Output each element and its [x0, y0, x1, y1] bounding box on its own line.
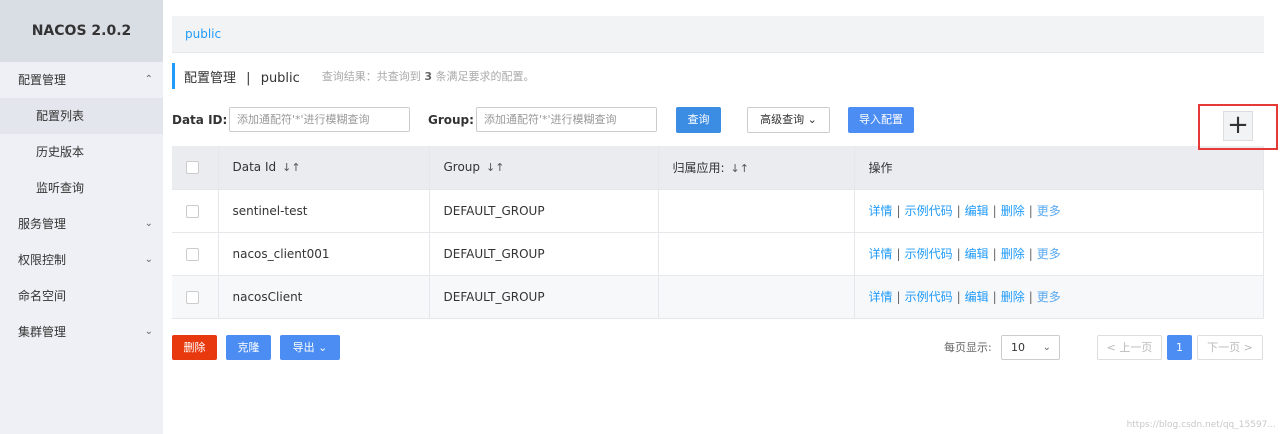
add-config-button[interactable]: + [1223, 111, 1253, 141]
more-link[interactable]: 更多 [1037, 247, 1061, 261]
next-page-button[interactable]: 下一页 > [1197, 335, 1263, 360]
sidebar-item-label: 服务管理 [18, 217, 67, 231]
sidebar-item-config-management[interactable]: 配置管理 ⌃ [0, 62, 163, 98]
sidebar-item-label: 命名空间 [18, 289, 67, 303]
chevron-down-icon: ⌄ [318, 341, 328, 354]
cell-data-id: sentinel-test [218, 189, 430, 233]
group-input[interactable]: 添加通配符'*'进行模糊查询 [476, 107, 657, 132]
sidebar-item-listener-query[interactable]: 监听查询 [0, 170, 163, 206]
chevron-down-icon: ⌄ [144, 218, 153, 229]
cell-app [658, 189, 855, 233]
sidebar-item-config-list[interactable]: 配置列表 [0, 98, 163, 134]
row-checkbox[interactable] [186, 247, 199, 261]
clone-button[interactable]: 克隆 [226, 335, 271, 360]
edit-link[interactable]: 编辑 [965, 290, 989, 304]
current-page-button[interactable]: 1 [1167, 335, 1192, 360]
watermark: https://blog.csdn.net/qq_15597... [1126, 420, 1276, 430]
chevron-down-icon: ⌄ [1042, 342, 1051, 353]
app-title: NACOS 2.0.2 [0, 0, 163, 62]
table-header-row: Data Id ↓↑ Group ↓↑ 归属应用: ↓↑ 操作 [172, 146, 1264, 190]
table-row: nacos_client001 DEFAULT_GROUP 详情 | 示例代码 | 编辑… [172, 232, 1264, 276]
sort-icon[interactable]: ↓↑ [282, 161, 300, 174]
sidebar: NACOS 2.0.2 配置管理 ⌃ 配置列表 历史版本 监听查询 服务管理 ⌄… [0, 0, 163, 434]
select-all-checkbox[interactable] [186, 161, 199, 175]
sidebar-item-history[interactable]: 历史版本 [0, 134, 163, 170]
detail-link[interactable]: 详情 [869, 247, 893, 261]
column-app[interactable]: 归属应用: ↓↑ [658, 146, 855, 190]
cell-app [658, 275, 855, 319]
sidebar-item-label: 监听查询 [36, 181, 85, 195]
edit-link[interactable]: 编辑 [965, 247, 989, 261]
data-id-input[interactable]: 添加通配符'*'进行模糊查询 [229, 107, 410, 132]
advanced-query-button[interactable]: 高级查询 ⌄ [747, 107, 830, 133]
more-link[interactable]: 更多 [1037, 204, 1061, 218]
sample-code-link[interactable]: 示例代码 [905, 290, 953, 304]
sidebar-item-namespace[interactable]: 命名空间 [0, 278, 163, 314]
cell-group: DEFAULT_GROUP [429, 232, 659, 276]
namespace-bar: public [172, 16, 1264, 53]
select-all-cell [172, 146, 219, 190]
page-size-select[interactable]: 10 ⌄ [1001, 335, 1060, 360]
sample-code-link[interactable]: 示例代码 [905, 204, 953, 218]
chevron-up-icon: ⌃ [144, 74, 153, 85]
sort-icon[interactable]: ↓↑ [731, 162, 749, 175]
group-label: Group: [428, 113, 474, 127]
cell-data-id: nacos_client001 [218, 232, 430, 276]
sidebar-item-label: 配置管理 [18, 73, 67, 87]
export-button[interactable]: 导出 ⌄ [280, 335, 340, 360]
detail-link[interactable]: 详情 [869, 290, 893, 304]
column-group[interactable]: Group ↓↑ [429, 146, 659, 190]
cell-actions: 详情 | 示例代码 | 编辑 | 删除 | 更多 [854, 189, 1264, 233]
cell-actions: 详情 | 示例代码 | 编辑 | 删除 | 更多 [854, 275, 1264, 319]
main-content: public 配置管理 | public 查询结果：共查询到 3 条满足要求的配… [172, 0, 1264, 434]
row-checkbox[interactable] [186, 204, 199, 218]
column-actions: 操作 [854, 146, 1264, 190]
more-link[interactable]: 更多 [1037, 290, 1061, 304]
sidebar-item-cluster-management[interactable]: 集群管理 ⌄ [0, 314, 163, 350]
table-row: nacosClient DEFAULT_GROUP 详情 | 示例代码 | 编辑 | 删除 |… [172, 275, 1264, 319]
cell-data-id: nacosClient [218, 275, 430, 319]
sort-icon[interactable]: ↓↑ [486, 161, 504, 174]
sidebar-item-label: 历史版本 [36, 145, 85, 159]
config-table: Data Id ↓↑ Group ↓↑ 归属应用: ↓↑ 操作 sentinel-te… [172, 146, 1264, 319]
detail-link[interactable]: 详情 [869, 204, 893, 218]
namespace-tab-public[interactable]: public [185, 27, 221, 41]
chevron-down-icon: ⌄ [144, 326, 153, 337]
sidebar-item-label: 权限控制 [18, 253, 67, 267]
chevron-down-icon: ⌄ [144, 254, 153, 265]
sidebar-item-access-control[interactable]: 权限控制 ⌄ [0, 242, 163, 278]
page-header: 配置管理 | public 查询结果：共查询到 3 条满足要求的配置。 [172, 63, 534, 89]
data-id-label: Data ID: [172, 113, 228, 127]
sample-code-link[interactable]: 示例代码 [905, 247, 953, 261]
query-button[interactable]: 查询 [676, 107, 721, 133]
query-result-text: 查询结果：共查询到 3 条满足要求的配置。 [321, 70, 535, 83]
delete-link[interactable]: 删除 [1001, 290, 1025, 304]
chevron-down-icon: ⌄ [807, 113, 817, 126]
cell-app [658, 232, 855, 276]
cell-group: DEFAULT_GROUP [429, 189, 659, 233]
sidebar-item-label: 集群管理 [18, 325, 67, 339]
delete-link[interactable]: 删除 [1001, 247, 1025, 261]
title-accent-bar [172, 63, 175, 89]
table-footer: 删除 克隆 导出 ⌄ 每页显示: 10 ⌄ < 上一页 1 下一页 > [172, 335, 1264, 360]
column-data-id[interactable]: Data Id ↓↑ [218, 146, 430, 190]
sidebar-item-label: 配置列表 [36, 109, 85, 123]
import-config-button[interactable]: 导入配置 [848, 107, 914, 133]
search-bar: Data ID: 添加通配符'*'进行模糊查询 Group: 添加通配符'*'进… [172, 107, 1264, 133]
table-row: sentinel-test DEFAULT_GROUP 详情 | 示例代码 | 编辑 | 删… [172, 189, 1264, 233]
batch-delete-button[interactable]: 删除 [172, 335, 217, 360]
sidebar-item-service-management[interactable]: 服务管理 ⌄ [0, 206, 163, 242]
page-title: 配置管理 | public [184, 70, 300, 86]
row-checkbox[interactable] [186, 290, 199, 304]
cell-group: DEFAULT_GROUP [429, 275, 659, 319]
prev-page-button[interactable]: < 上一页 [1097, 335, 1162, 360]
cell-actions: 详情 | 示例代码 | 编辑 | 删除 | 更多 [854, 232, 1264, 276]
delete-link[interactable]: 删除 [1001, 204, 1025, 218]
page-size-label: 每页显示: [944, 341, 992, 354]
edit-link[interactable]: 编辑 [965, 204, 989, 218]
